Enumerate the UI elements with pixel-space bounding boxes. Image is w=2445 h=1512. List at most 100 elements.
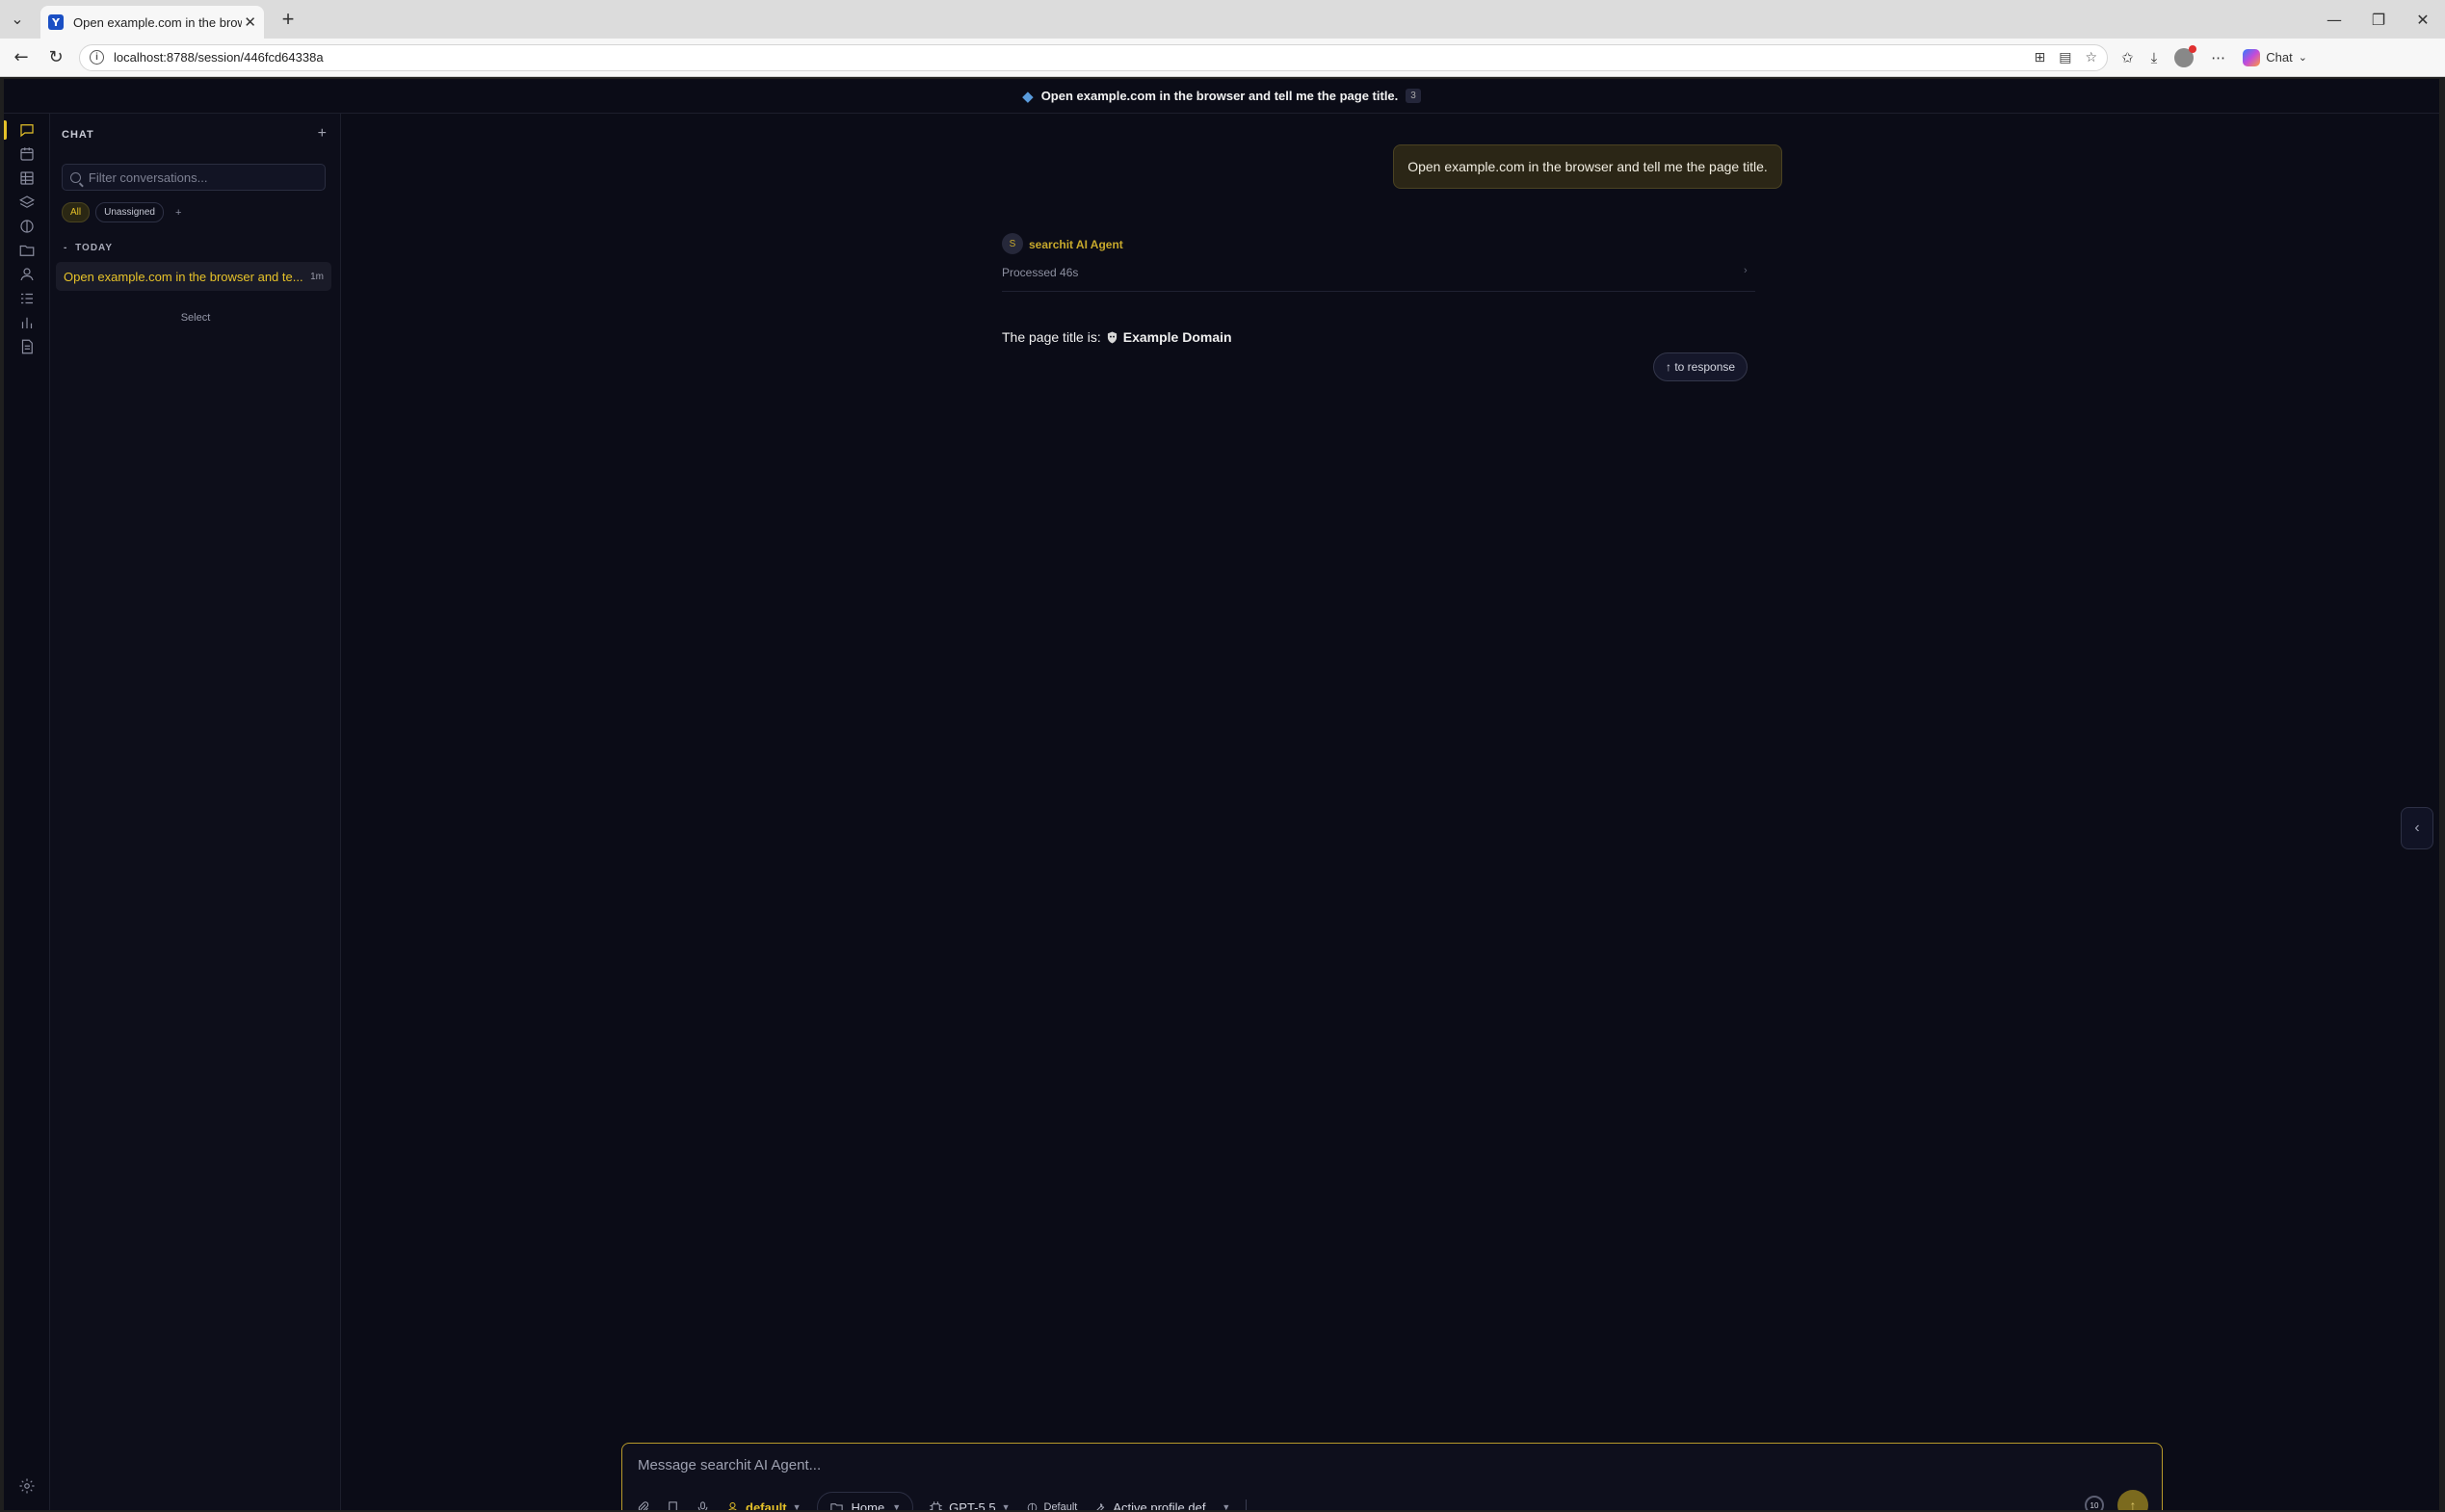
favorite-star-icon[interactable]: ☆ xyxy=(2085,50,2097,65)
folder-value: Home xyxy=(851,1499,885,1511)
profile-avatar-icon[interactable] xyxy=(2174,44,2197,67)
more-options-icon[interactable]: ⋯ xyxy=(2211,49,2225,66)
app-header: ◆ Open example.com in the browser and te… xyxy=(4,79,2439,114)
conversation-time: 1m xyxy=(310,271,324,282)
downloads-icon[interactable]: ⤓ xyxy=(2151,49,2158,66)
tools-selector[interactable]: Active profile def... ▼ xyxy=(1092,1500,1231,1510)
favorites-icon[interactable]: ✩ xyxy=(2121,49,2134,66)
url-text: localhost:8788/session/446fcd64338a xyxy=(114,50,324,65)
app-window: ◆ Open example.com in the browser and te… xyxy=(4,79,2439,1510)
arrow-up-icon: ↑ xyxy=(2129,1498,2137,1510)
conversation-search-input[interactable] xyxy=(88,169,317,185)
filter-chip-unassigned[interactable]: Unassigned xyxy=(95,202,164,222)
new-tab-icon[interactable]: + xyxy=(274,7,302,32)
task-list-icon xyxy=(21,293,33,304)
close-window-icon[interactable]: ✕ xyxy=(2401,11,2445,29)
tab-list-chevron-icon[interactable]: ⌄ xyxy=(0,0,35,39)
calendar-icon xyxy=(20,147,34,161)
browser-tab-bar: ⌄ Y Open example.com in the browser and … xyxy=(0,0,2445,39)
sidebar-title: CHAT xyxy=(62,129,94,141)
rail-settings[interactable] xyxy=(4,1472,50,1500)
copilot-chat-button[interactable]: Chat ⌄ xyxy=(2243,48,2307,66)
brain-icon xyxy=(20,220,34,233)
paperclip-icon xyxy=(638,1500,649,1510)
wrench-icon xyxy=(1096,1502,1105,1510)
bookmark-button[interactable] xyxy=(666,1500,680,1510)
back-arrow-icon[interactable]: ← xyxy=(4,47,39,67)
table-icon xyxy=(20,171,34,185)
user-icon xyxy=(727,1501,738,1510)
conversation-search[interactable] xyxy=(62,164,326,191)
group-today-label: TODAY xyxy=(75,243,114,253)
chip-icon xyxy=(930,1500,942,1510)
rail-documents[interactable] xyxy=(4,332,50,361)
processed-status[interactable]: Processed 46s xyxy=(1002,266,1078,279)
window-controls: — ❐ ✕ xyxy=(2312,11,2445,29)
folder-icon xyxy=(19,245,35,256)
restore-icon[interactable]: ❐ xyxy=(2356,11,2401,29)
send-button[interactable]: ↑ xyxy=(2117,1490,2148,1510)
folder-icon xyxy=(829,1502,843,1510)
browser-address-bar: ← ↻ i localhost:8788/session/446fcd64338… xyxy=(0,39,2445,77)
tab-close-icon[interactable]: ✕ xyxy=(244,13,256,31)
add-filter-button[interactable]: + xyxy=(175,207,181,219)
microphone-icon xyxy=(697,1500,708,1510)
message-input[interactable] xyxy=(638,1457,2141,1473)
mode-selector[interactable]: Default xyxy=(1026,1501,1077,1510)
new-chat-button[interactable]: + xyxy=(318,125,327,143)
conversation-title: Open example.com in the browser and te..… xyxy=(64,269,302,284)
profile-value: default xyxy=(746,1499,787,1511)
url-field[interactable]: i localhost:8788/session/446fcd64338a ⊞ … xyxy=(79,43,2108,71)
bar-chart-icon xyxy=(21,317,33,328)
right-panel-toggle[interactable]: ‹ xyxy=(2401,807,2433,849)
message-composer: default ▼ Home ▼ GPT-5.5 ▼ Default xyxy=(621,1443,2163,1510)
expand-chevron-icon[interactable]: › xyxy=(1744,265,1748,276)
copilot-icon xyxy=(2243,48,2261,66)
reload-icon[interactable]: ↻ xyxy=(39,47,73,67)
filter-chip-all[interactable]: All xyxy=(62,202,91,222)
model-value: GPT-5.5 xyxy=(949,1499,996,1511)
collapse-chevron-icon: - xyxy=(64,243,68,253)
conversation-sidebar: CHAT + All Unassigned + - TODAY Open exa… xyxy=(50,114,341,1510)
document-icon xyxy=(21,339,33,354)
profile-selector[interactable]: default ▼ xyxy=(725,1499,802,1511)
jump-to-response-button[interactable]: ↑ to response xyxy=(1653,352,1748,381)
filter-chips: All Unassigned + xyxy=(62,202,181,222)
divider xyxy=(1002,291,1755,292)
user-icon xyxy=(20,268,34,281)
select-conversations-button[interactable]: Select xyxy=(50,312,341,324)
composer-toolbar: default ▼ Home ▼ GPT-5.5 ▼ Default Activ… xyxy=(636,1492,1248,1511)
chevron-down-icon: ▼ xyxy=(792,1502,802,1510)
chevron-left-icon: ‹ xyxy=(2414,820,2420,836)
chat-icon xyxy=(20,124,34,138)
answer-value: Example Domain xyxy=(1122,329,1232,345)
answer-prefix: The page title is: xyxy=(1002,329,1101,345)
agent-name: searchit AI Agent xyxy=(1029,238,1123,251)
chevron-down-icon: ▼ xyxy=(892,1502,902,1510)
bookmark-icon xyxy=(669,1500,677,1510)
model-selector[interactable]: GPT-5.5 ▼ xyxy=(929,1499,1011,1511)
minimize-icon[interactable]: — xyxy=(2312,11,2356,29)
agent-answer: The page title is: Example Domain xyxy=(1002,329,1232,345)
chevron-down-icon: ⌄ xyxy=(2298,52,2307,64)
reader-mode-icon[interactable]: ▤ xyxy=(2059,50,2071,65)
group-today[interactable]: - TODAY xyxy=(64,243,113,253)
browser-tab[interactable]: Y Open example.com in the browser and te… xyxy=(40,6,264,39)
chat-main: Open example.com in the browser and tell… xyxy=(341,114,2439,1510)
chevron-down-icon: ▼ xyxy=(1222,1502,1231,1510)
context-counter: 10 xyxy=(2085,1496,2104,1510)
user-message-bubble: Open example.com in the browser and tell… xyxy=(1393,144,1782,189)
layers-icon xyxy=(19,196,35,208)
search-icon xyxy=(70,171,81,183)
conversation-list-item[interactable]: Open example.com in the browser and te..… xyxy=(56,262,331,291)
folder-selector[interactable]: Home ▼ xyxy=(816,1492,914,1511)
microphone-button[interactable] xyxy=(696,1500,710,1510)
gear-icon xyxy=(19,1478,35,1494)
shield-icon xyxy=(1107,331,1117,343)
site-info-icon[interactable]: i xyxy=(90,50,104,65)
tab-title: Open example.com in the browser and tell… xyxy=(73,14,242,30)
attach-button[interactable] xyxy=(636,1500,650,1510)
app-install-icon[interactable]: ⊞ xyxy=(2034,50,2045,65)
favicon-icon: Y xyxy=(48,14,64,30)
session-title: Open example.com in the browser and tell… xyxy=(1040,89,1399,103)
